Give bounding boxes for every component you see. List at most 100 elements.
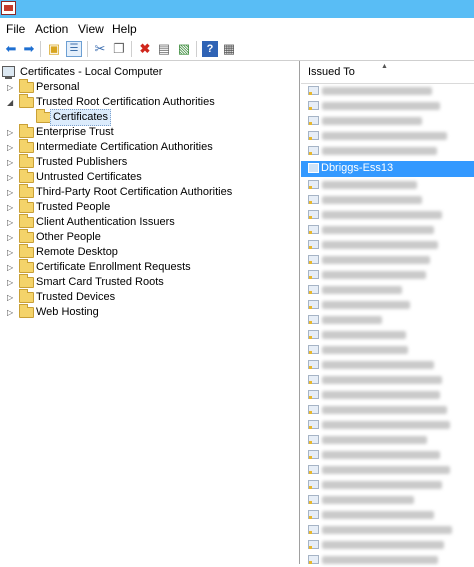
list-item[interactable] bbox=[301, 128, 474, 143]
column-header-issued-to[interactable]: ▲ Issued To bbox=[301, 61, 474, 84]
tree-root-label: Certificates - Local Computer bbox=[20, 66, 163, 78]
list-item[interactable] bbox=[301, 522, 474, 537]
list-item[interactable] bbox=[301, 447, 474, 462]
list-item[interactable] bbox=[301, 113, 474, 128]
list-item[interactable] bbox=[301, 357, 474, 372]
expand-arrow-icon[interactable]: ▷ bbox=[7, 293, 15, 302]
show-hide-tree-icon[interactable]: ☰ bbox=[66, 41, 82, 57]
certificate-icon bbox=[308, 131, 319, 140]
list-item[interactable] bbox=[301, 327, 474, 342]
list-item[interactable] bbox=[301, 222, 474, 237]
list-item[interactable] bbox=[301, 207, 474, 222]
list-item[interactable] bbox=[301, 507, 474, 522]
console-icon[interactable]: ▦ bbox=[221, 41, 237, 57]
back-icon[interactable]: ⬅ bbox=[3, 41, 19, 57]
menu-help[interactable]: Help bbox=[112, 22, 137, 36]
list-item-selected[interactable]: Dbriggs-Ess13 bbox=[301, 161, 474, 177]
collapse-arrow-icon[interactable]: ◢ bbox=[7, 98, 15, 107]
list-item[interactable] bbox=[301, 492, 474, 507]
redacted-text bbox=[322, 87, 432, 95]
redacted-text bbox=[322, 391, 440, 399]
menu-file[interactable]: File bbox=[6, 22, 25, 36]
certificate-icon bbox=[308, 345, 319, 354]
list-item[interactable] bbox=[301, 342, 474, 357]
list-item[interactable] bbox=[301, 282, 474, 297]
tree-item-label: Intermediate Certification Authorities bbox=[36, 141, 213, 153]
list-item[interactable] bbox=[301, 237, 474, 252]
list-item[interactable] bbox=[301, 143, 474, 158]
certificate-list-pane[interactable]: ▲ Issued To Dbriggs-Ess13 bbox=[301, 61, 474, 564]
redacted-text bbox=[322, 147, 437, 155]
list-item[interactable] bbox=[301, 297, 474, 312]
expand-arrow-icon[interactable]: ▷ bbox=[7, 143, 15, 152]
redacted-text bbox=[322, 132, 447, 140]
forward-icon[interactable]: ➡ bbox=[21, 41, 37, 57]
list-item[interactable] bbox=[301, 192, 474, 207]
list-item[interactable] bbox=[301, 387, 474, 402]
certificate-icon bbox=[308, 180, 319, 189]
list-item[interactable] bbox=[301, 402, 474, 417]
expand-arrow-icon[interactable]: ▷ bbox=[7, 158, 15, 167]
folder-icon bbox=[19, 214, 34, 228]
redacted-text bbox=[322, 541, 444, 549]
redacted-text bbox=[322, 301, 410, 309]
redacted-text bbox=[322, 256, 430, 264]
help-icon[interactable]: ? bbox=[202, 41, 218, 57]
cut-icon[interactable]: ✂ bbox=[92, 41, 108, 57]
expand-arrow-icon[interactable]: ▷ bbox=[7, 263, 15, 272]
list-item[interactable] bbox=[301, 83, 474, 98]
expand-arrow-icon[interactable]: ▷ bbox=[7, 278, 15, 287]
redacted-text bbox=[322, 361, 434, 369]
delete-icon[interactable]: ✖ bbox=[137, 41, 153, 57]
up-folder-icon[interactable]: ▣ bbox=[46, 41, 62, 57]
certificate-icon bbox=[308, 405, 319, 414]
copy-icon[interactable]: ❐ bbox=[111, 41, 127, 57]
redacted-text bbox=[322, 556, 438, 564]
expand-arrow-icon[interactable]: ▷ bbox=[7, 173, 15, 182]
list-item[interactable] bbox=[301, 477, 474, 492]
expand-arrow-icon[interactable]: ▷ bbox=[7, 248, 15, 257]
expand-arrow-icon[interactable]: ▷ bbox=[7, 128, 15, 137]
list-item[interactable] bbox=[301, 267, 474, 282]
certificate-icon bbox=[308, 420, 319, 429]
menu-action[interactable]: Action bbox=[35, 22, 68, 36]
redacted-text bbox=[322, 481, 442, 489]
toolbar-separator bbox=[196, 41, 197, 57]
expand-arrow-icon[interactable]: ▷ bbox=[7, 203, 15, 212]
list-item[interactable] bbox=[301, 432, 474, 447]
expand-arrow-icon[interactable]: ▷ bbox=[7, 218, 15, 227]
expand-arrow-icon[interactable]: ▷ bbox=[7, 233, 15, 242]
expand-arrow-icon[interactable]: ▷ bbox=[7, 83, 15, 92]
folder-icon bbox=[36, 109, 51, 123]
folder-icon bbox=[19, 289, 34, 303]
menu-bar: File Action View Help bbox=[0, 18, 474, 39]
redacted-text bbox=[322, 286, 402, 294]
folder-icon bbox=[19, 259, 34, 273]
tree-item-label: Smart Card Trusted Roots bbox=[36, 276, 164, 288]
list-item[interactable] bbox=[301, 462, 474, 477]
list-item[interactable] bbox=[301, 98, 474, 113]
list-item[interactable] bbox=[301, 372, 474, 387]
list-item[interactable] bbox=[301, 177, 474, 192]
tree-pane[interactable]: Certificates - Local Computer ▷ Personal… bbox=[0, 61, 300, 564]
properties-icon[interactable]: ▤ bbox=[156, 41, 172, 57]
expand-arrow-icon[interactable]: ▷ bbox=[7, 308, 15, 317]
folder-icon bbox=[19, 184, 34, 198]
certmgr-app-icon[interactable] bbox=[1, 1, 16, 15]
certificate-icon bbox=[308, 495, 319, 504]
list-item[interactable] bbox=[301, 417, 474, 432]
redacted-text bbox=[322, 117, 422, 125]
folder-icon bbox=[19, 139, 34, 153]
certificate-icon bbox=[308, 360, 319, 369]
tree-item-label: Client Authentication Issuers bbox=[36, 216, 175, 228]
list-item[interactable] bbox=[301, 537, 474, 552]
list-item[interactable] bbox=[301, 312, 474, 327]
folder-icon bbox=[19, 199, 34, 213]
expand-arrow-icon[interactable]: ▷ bbox=[7, 188, 15, 197]
tree-item-label: Other People bbox=[36, 231, 101, 243]
list-item[interactable] bbox=[301, 252, 474, 267]
folder-icon bbox=[19, 154, 34, 168]
menu-view[interactable]: View bbox=[78, 22, 104, 36]
export-icon[interactable]: ▧ bbox=[176, 41, 192, 57]
list-item[interactable] bbox=[301, 552, 474, 567]
